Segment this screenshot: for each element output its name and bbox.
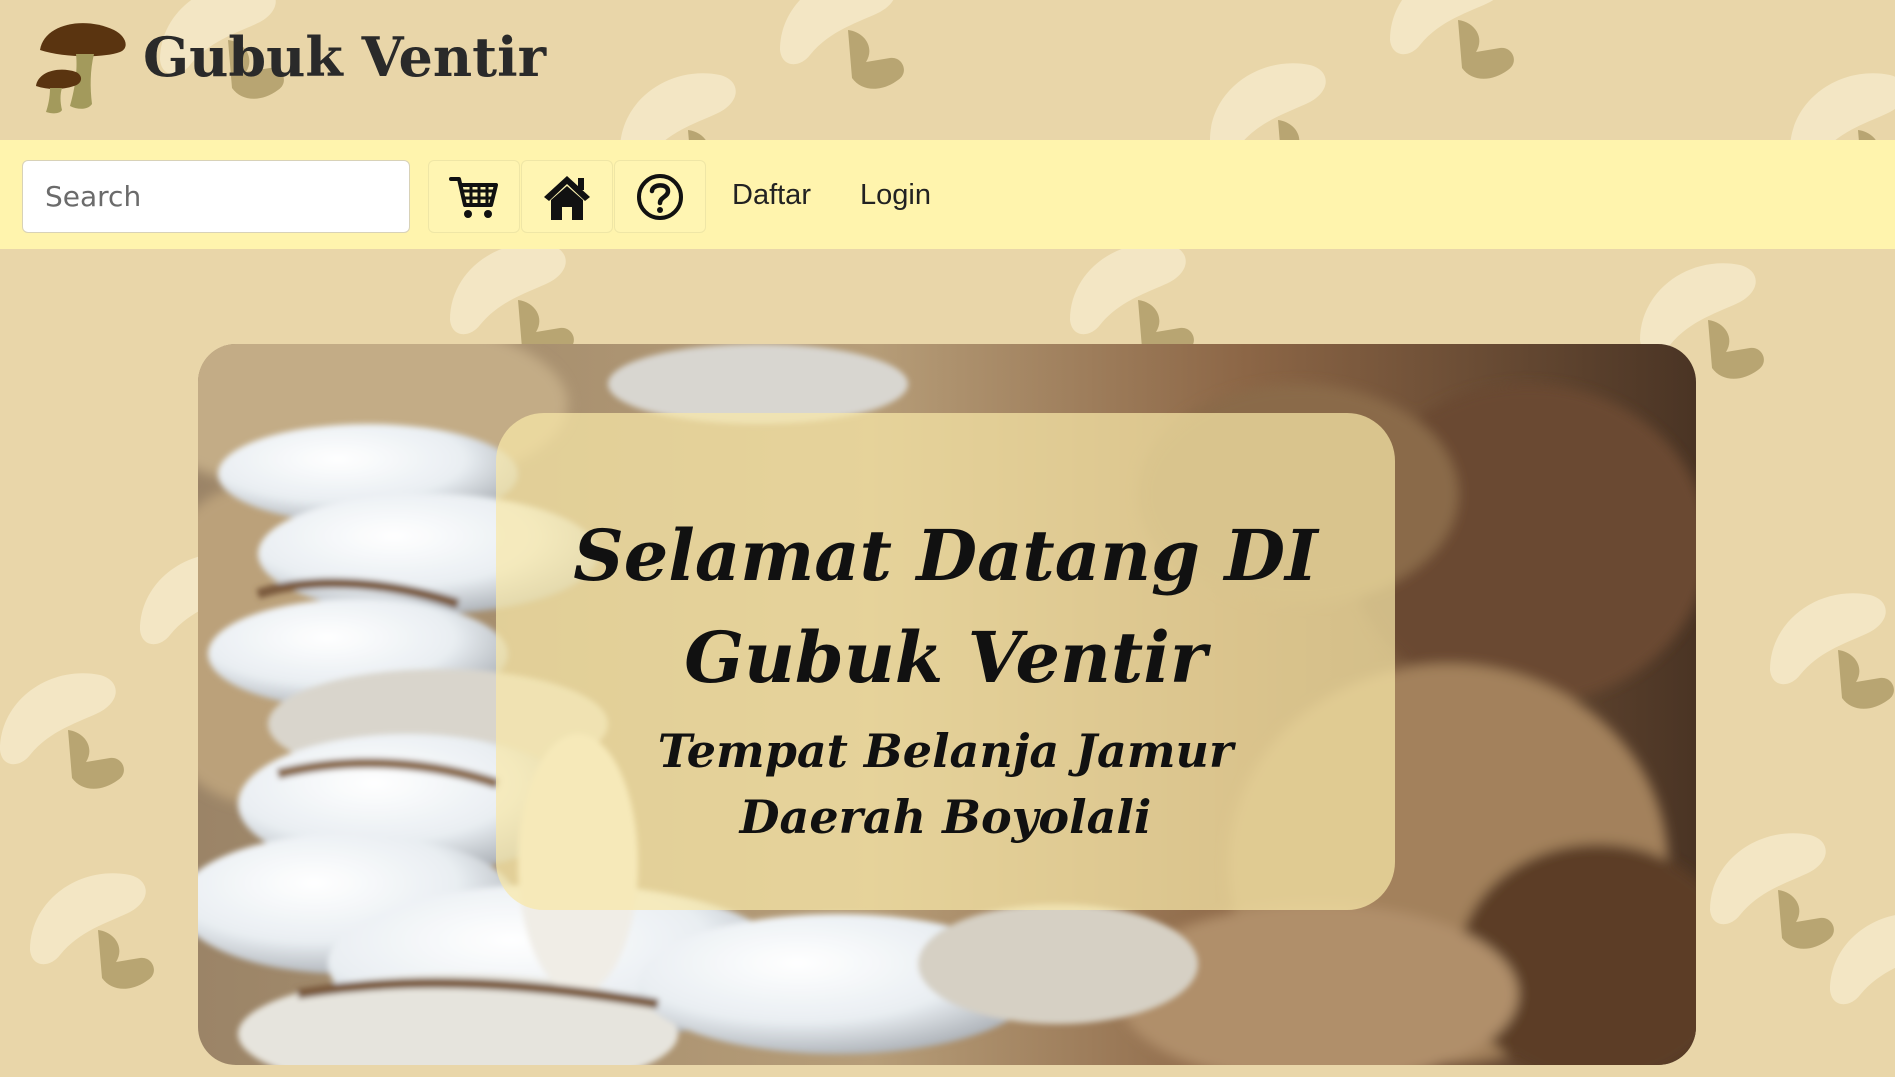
welcome-subheading-line2: Daerah Boyolali [739, 790, 1152, 844]
site-title[interactable]: Gubuk Ventir [143, 22, 546, 92]
mushroom-logo-icon[interactable] [34, 14, 134, 114]
home-button[interactable] [521, 160, 613, 233]
welcome-subheading: Tempat Belanja Jamur Daerah Boyolali [496, 718, 1395, 850]
cart-icon [449, 173, 499, 221]
welcome-heading-line2: Gubuk Ventir [684, 616, 1207, 699]
home-icon [542, 173, 592, 221]
search-input[interactable] [22, 160, 410, 233]
help-icon [635, 172, 685, 222]
welcome-heading-line1: Selamat Datang DI [573, 514, 1318, 597]
site-header: Gubuk Ventir [0, 0, 1895, 140]
welcome-subheading-line1: Tempat Belanja Jamur [657, 724, 1234, 778]
help-button[interactable] [614, 160, 706, 233]
register-link[interactable]: Daftar [732, 178, 811, 212]
main-navbar: Daftar Login [0, 140, 1895, 249]
welcome-heading: Selamat Datang DI Gubuk Ventir [496, 505, 1395, 709]
welcome-card: Selamat Datang DI Gubuk Ventir Tempat Be… [496, 413, 1395, 910]
cart-button[interactable] [428, 160, 520, 233]
login-link[interactable]: Login [860, 178, 931, 212]
hero-banner: Selamat Datang DI Gubuk Ventir Tempat Be… [198, 344, 1696, 1065]
